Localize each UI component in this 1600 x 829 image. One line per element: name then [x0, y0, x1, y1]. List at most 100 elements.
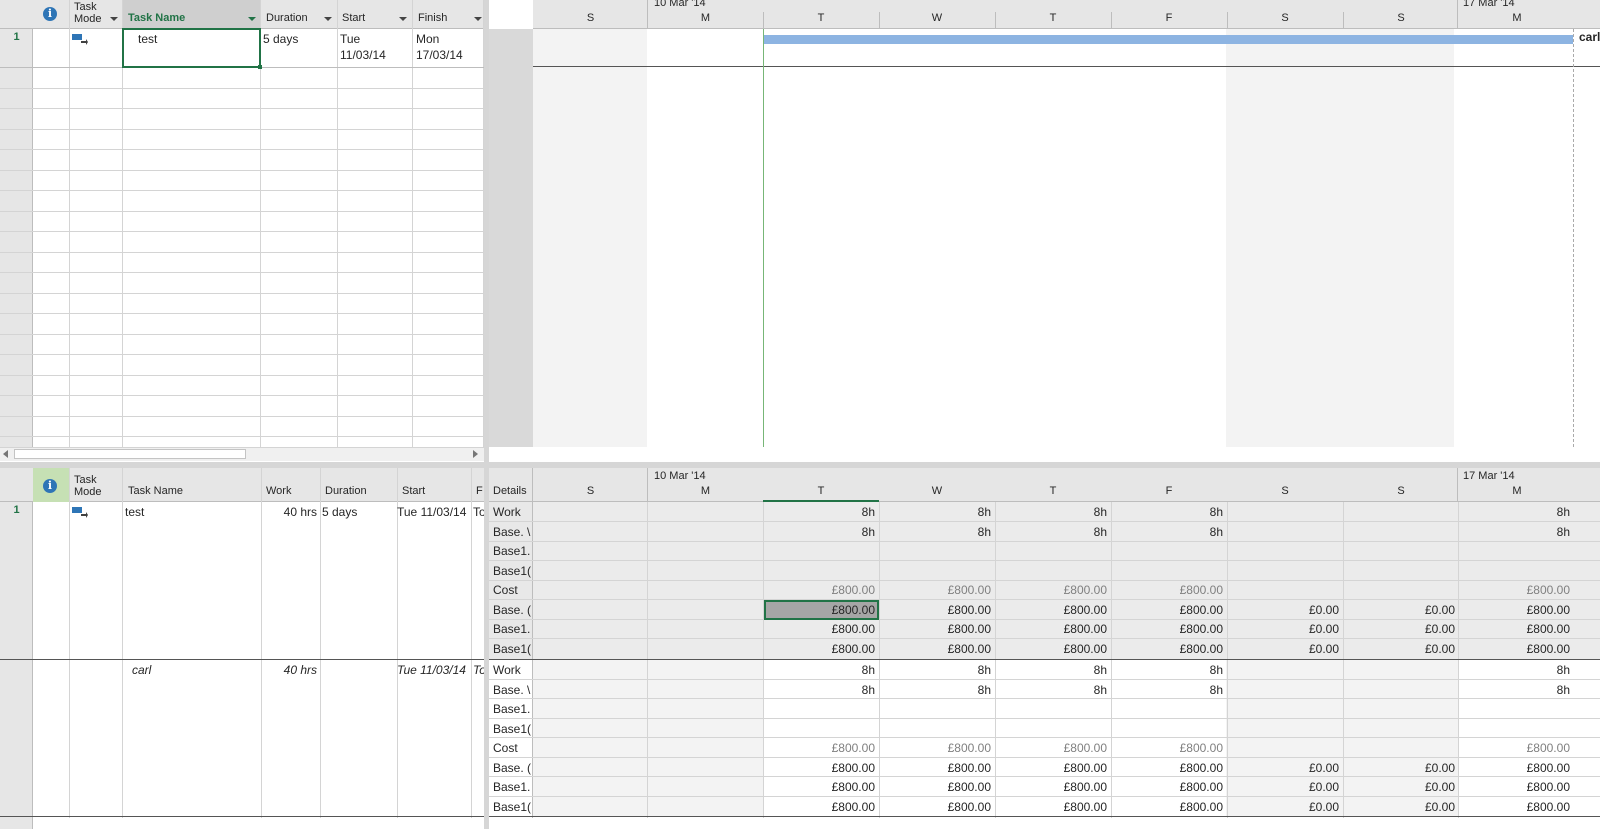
- usage-cell[interactable]: £800.00: [764, 780, 877, 794]
- scroll-right-icon[interactable]: [473, 450, 478, 458]
- assignment-f[interactable]: To: [473, 663, 484, 677]
- usage-cell[interactable]: £800.00: [764, 800, 877, 814]
- usage-cell[interactable]: £800.00: [880, 583, 993, 597]
- scrollbar-thumb[interactable]: [14, 449, 246, 459]
- usage-cell[interactable]: £800.00: [764, 741, 877, 755]
- usage-cell[interactable]: £800.00: [996, 800, 1109, 814]
- usage-cell[interactable]: 8h: [880, 683, 993, 697]
- usage-cell[interactable]: £800.00: [1112, 642, 1225, 656]
- details-header[interactable]: Details: [493, 485, 527, 497]
- bottom-header-f[interactable]: F: [476, 485, 483, 497]
- usage-cell[interactable]: 8h: [880, 525, 993, 539]
- usage-cell[interactable]: £800.00: [996, 642, 1109, 656]
- usage-cell[interactable]: £800.00: [880, 622, 993, 636]
- usage-cell[interactable]: 8h: [996, 525, 1109, 539]
- usage-cell[interactable]: £800.00: [1112, 741, 1225, 755]
- finish-date-cell[interactable]: 17/03/14: [416, 48, 463, 62]
- usage-cell[interactable]: £800.00: [764, 622, 877, 636]
- usage-cell[interactable]: 8h: [1112, 525, 1225, 539]
- usage-cell[interactable]: £800.00: [880, 642, 993, 656]
- start-date-cell[interactable]: 11/03/14: [340, 48, 386, 62]
- usage-cell[interactable]: £800.00: [764, 603, 877, 617]
- usage-cell[interactable]: £0.00: [1228, 642, 1341, 656]
- task-name-cell[interactable]: test: [138, 32, 157, 46]
- header-finish[interactable]: Finish: [418, 12, 447, 24]
- usage-cell[interactable]: £800.00: [996, 622, 1109, 636]
- duration-filter-icon[interactable]: [324, 17, 332, 21]
- usage-cell[interactable]: £800.00: [880, 603, 993, 617]
- header-start[interactable]: Start: [342, 12, 365, 24]
- usage-cell[interactable]: £0.00: [1228, 761, 1341, 775]
- usage-cell[interactable]: £0.00: [1228, 780, 1341, 794]
- assignment-name[interactable]: carl: [132, 663, 151, 677]
- info-icon[interactable]: i: [43, 7, 57, 21]
- row-id[interactable]: 1: [0, 31, 33, 43]
- header-duration[interactable]: Duration: [266, 12, 308, 24]
- scroll-left-icon[interactable]: [3, 450, 8, 458]
- usage-cell[interactable]: £0.00: [1344, 800, 1457, 814]
- usage-cell[interactable]: £800.00: [880, 800, 993, 814]
- selection-handle[interactable]: [258, 65, 262, 69]
- usage-cell[interactable]: 8h: [1459, 683, 1572, 697]
- finish-filter-icon[interactable]: [474, 17, 482, 21]
- usage-cell[interactable]: 8h: [764, 683, 877, 697]
- usage-cell[interactable]: £0.00: [1344, 622, 1457, 636]
- usage-cell[interactable]: £800.00: [1459, 741, 1572, 755]
- bottom-task-name[interactable]: test: [125, 505, 144, 519]
- bottom-header-duration[interactable]: Duration: [325, 485, 367, 497]
- usage-cell[interactable]: 8h: [764, 663, 877, 677]
- usage-cell[interactable]: £0.00: [1344, 642, 1457, 656]
- usage-cell[interactable]: £800.00: [1112, 583, 1225, 597]
- usage-cell[interactable]: £800.00: [1459, 622, 1572, 636]
- usage-cell[interactable]: 8h: [1459, 663, 1572, 677]
- usage-cell[interactable]: £800.00: [1459, 603, 1572, 617]
- bottom-task-f[interactable]: To: [473, 505, 484, 519]
- bottom-header-start[interactable]: Start: [402, 485, 425, 497]
- bottom-row-id[interactable]: 1: [0, 504, 33, 516]
- usage-cell[interactable]: £800.00: [1459, 800, 1572, 814]
- usage-cell[interactable]: £800.00: [764, 642, 877, 656]
- bottom-task-start[interactable]: Tue 11/03/14: [397, 505, 471, 519]
- usage-cell[interactable]: £800.00: [996, 780, 1109, 794]
- usage-cell[interactable]: £800.00: [996, 603, 1109, 617]
- usage-cell[interactable]: 8h: [1112, 683, 1225, 697]
- usage-cell[interactable]: £0.00: [1228, 800, 1341, 814]
- usage-cell[interactable]: 8h: [1112, 505, 1225, 519]
- usage-cell[interactable]: £0.00: [1344, 780, 1457, 794]
- usage-cell[interactable]: £0.00: [1344, 603, 1457, 617]
- start-filter-icon[interactable]: [399, 17, 407, 21]
- bottom-header-work[interactable]: Work: [266, 485, 291, 497]
- assignment-start[interactable]: Tue 11/03/14: [397, 663, 471, 677]
- usage-cell[interactable]: £800.00: [764, 583, 877, 597]
- usage-cell[interactable]: 8h: [996, 683, 1109, 697]
- gantt-task-bar[interactable]: [764, 35, 1573, 44]
- usage-cell[interactable]: £800.00: [1459, 642, 1572, 656]
- usage-cell[interactable]: 8h: [880, 505, 993, 519]
- usage-cell[interactable]: 8h: [1459, 525, 1572, 539]
- usage-cell[interactable]: £800.00: [1112, 603, 1225, 617]
- usage-cell[interactable]: £800.00: [1112, 761, 1225, 775]
- usage-cell[interactable]: 8h: [1459, 505, 1572, 519]
- start-day-cell[interactable]: Tue: [340, 32, 360, 46]
- usage-cell[interactable]: £800.00: [996, 583, 1109, 597]
- usage-cell[interactable]: £0.00: [1228, 622, 1341, 636]
- usage-cell[interactable]: 8h: [1112, 663, 1225, 677]
- usage-cell[interactable]: £800.00: [1112, 780, 1225, 794]
- usage-cell[interactable]: £800.00: [1112, 800, 1225, 814]
- usage-cell[interactable]: £800.00: [1459, 583, 1572, 597]
- usage-cell[interactable]: £800.00: [996, 761, 1109, 775]
- finish-day-cell[interactable]: Mon: [416, 32, 439, 46]
- bottom-header-task-mode[interactable]: Task Mode: [74, 474, 114, 498]
- bottom-task-duration[interactable]: 5 days: [322, 505, 357, 519]
- usage-cell[interactable]: 8h: [880, 663, 993, 677]
- header-task-name[interactable]: Task Name: [128, 12, 185, 24]
- info-icon-bottom[interactable]: i: [43, 479, 57, 493]
- usage-cell[interactable]: £800.00: [880, 741, 993, 755]
- usage-cell[interactable]: £0.00: [1228, 603, 1341, 617]
- usage-cell[interactable]: £800.00: [1459, 761, 1572, 775]
- usage-cell[interactable]: 8h: [764, 505, 877, 519]
- assignment-work[interactable]: 40 hrs: [262, 663, 317, 677]
- bottom-task-work[interactable]: 40 hrs: [262, 505, 317, 519]
- duration-cell[interactable]: 5 days: [263, 32, 298, 46]
- header-task-mode[interactable]: Task Mode: [74, 1, 114, 25]
